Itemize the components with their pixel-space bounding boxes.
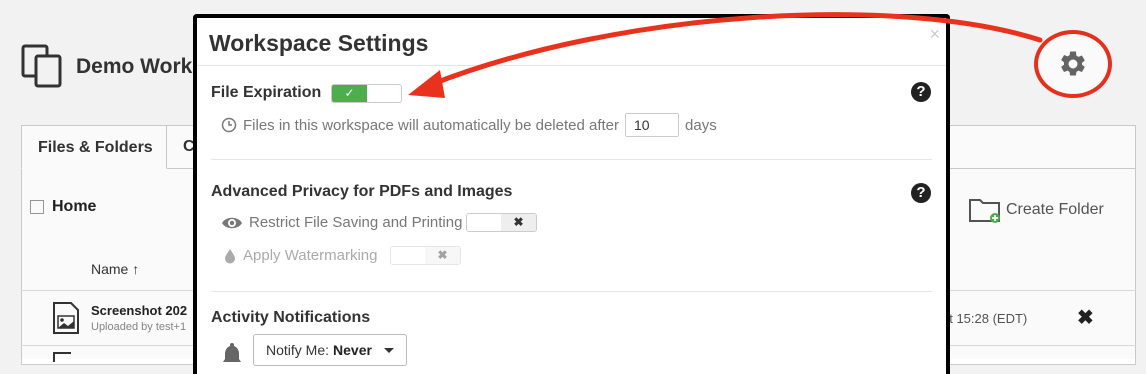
expiration-text-before: Files in this workspace will automatical… [243, 116, 620, 134]
help-icon[interactable]: ? [911, 82, 931, 102]
x-icon: ✖ [501, 214, 536, 231]
workspace-settings-modal: Workspace Settings × File Expiration ✓ ?… [193, 14, 950, 374]
clock-icon [221, 117, 237, 133]
advanced-privacy-section: Advanced Privacy for PDFs and Images ? R… [211, 160, 932, 292]
watermark-toggle[interactable]: ✖ [390, 246, 461, 265]
check-icon: ✓ [332, 85, 367, 102]
notify-value: Never [333, 342, 372, 358]
watermark-label: Apply Watermarking [243, 247, 378, 264]
advanced-privacy-title: Advanced Privacy for PDFs and Images [211, 183, 513, 200]
droplet-icon [225, 248, 235, 263]
restrict-saving-label: Restrict File Saving and Printing [249, 214, 463, 231]
file-expiration-toggle[interactable]: ✓ [331, 84, 402, 103]
notify-prefix: Notify Me: [266, 342, 330, 358]
x-icon: ✖ [425, 247, 460, 264]
modal-header: Workspace Settings × [197, 18, 946, 66]
help-icon[interactable]: ? [911, 183, 931, 203]
bell-icon [223, 343, 241, 362]
file-expiration-row: Files in this workspace will automatical… [221, 113, 717, 137]
file-expiration-title: File Expiration [211, 84, 322, 101]
modal-title: Workspace Settings [209, 30, 429, 56]
file-expiration-section: File Expiration ✓ ? Files in this worksp… [211, 66, 932, 160]
chevron-down-icon [383, 347, 394, 353]
watermark-row: Apply Watermarking [223, 247, 378, 264]
restrict-saving-row: Restrict File Saving and Printing [221, 214, 462, 231]
expiration-days-input[interactable] [625, 113, 680, 137]
notify-me-dropdown[interactable]: Notify Me: Never [253, 334, 407, 366]
close-icon[interactable]: × [929, 24, 940, 45]
eye-icon [222, 217, 242, 228]
restrict-saving-toggle[interactable]: ✖ [466, 213, 537, 232]
activity-notifications-title: Activity Notifications [211, 309, 371, 326]
expiration-text-after: days [685, 116, 717, 134]
activity-notifications-section: Activity Notifications Notify Me: Never [211, 292, 932, 372]
